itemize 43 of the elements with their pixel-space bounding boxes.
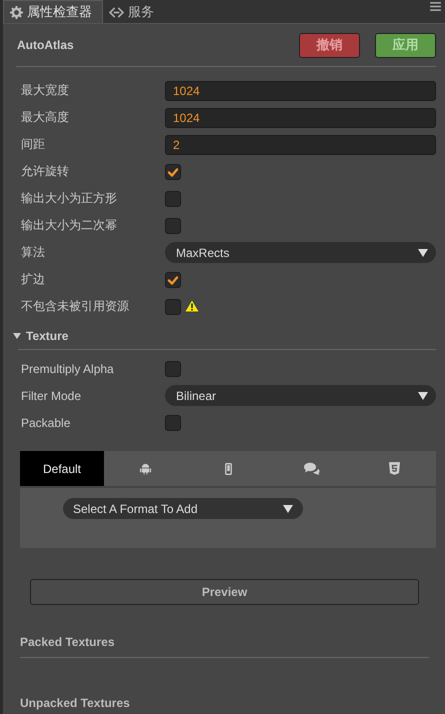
property-label: 允许旋转: [21, 163, 70, 180]
property-label: 间距: [21, 136, 46, 153]
panel-tab[interactable]: 属性检查器: [3, 0, 103, 23]
android-icon: [139, 462, 152, 475]
number-field[interactable]: 1024: [165, 108, 436, 128]
phone-icon: [225, 462, 232, 474]
checkbox[interactable]: [165, 164, 181, 180]
html5-icon: [389, 462, 400, 475]
section-title: Unpacked Textures: [20, 696, 131, 710]
checkbox[interactable]: [165, 414, 181, 430]
preview-button[interactable]: Preview: [30, 579, 419, 605]
property-label: Packable: [21, 416, 72, 430]
property-label: Premultiply Alpha: [21, 362, 115, 376]
section-header[interactable]: Texture: [13, 323, 436, 349]
dropdown[interactable]: MaxRects: [165, 242, 436, 263]
property-label: 不包含未被引用资源: [21, 298, 130, 315]
checkbox[interactable]: [165, 190, 181, 206]
property-label: 输出大小为二次幂: [21, 217, 118, 234]
checkbox[interactable]: [165, 360, 181, 376]
property-label: Filter Mode: [21, 388, 82, 402]
number-field[interactable]: 2: [165, 134, 436, 154]
asset-title: AutoAtlas: [17, 38, 74, 52]
property-label: 算法: [21, 244, 46, 261]
menu-icon[interactable]: [430, 2, 441, 11]
checkbox[interactable]: [165, 298, 181, 314]
settings-icon: [10, 6, 23, 18]
chat-icon: [304, 462, 320, 475]
format-dropdown[interactable]: Select A Format To Add: [63, 498, 303, 519]
checkbox[interactable]: [165, 218, 181, 234]
link-icon: [109, 6, 124, 18]
dropdown[interactable]: Bilinear: [165, 385, 436, 406]
caret-icon: [418, 392, 428, 400]
property-label: 最大高度: [21, 109, 70, 126]
platform-tab[interactable]: Default: [20, 451, 104, 486]
checkbox[interactable]: [165, 272, 181, 288]
property-label: 最大宽度: [21, 82, 70, 99]
section-title: Packed Textures: [20, 635, 116, 649]
property-label: 输出大小为正方形: [21, 190, 118, 207]
caret-icon: [418, 248, 428, 256]
panel-tab[interactable]: 服务: [103, 1, 164, 23]
property-label: 扩边: [21, 271, 46, 288]
caret-icon: [283, 504, 293, 512]
number-field[interactable]: 1024: [165, 80, 436, 100]
